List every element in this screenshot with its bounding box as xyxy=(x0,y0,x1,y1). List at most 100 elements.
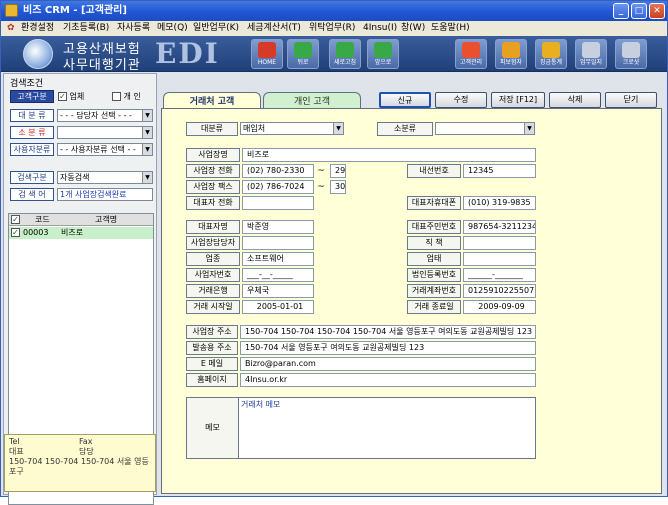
ext-field[interactable]: 12345 xyxy=(463,164,536,178)
start-date-field[interactable]: 2005-01-01 xyxy=(242,300,314,314)
info-manager: 담당 xyxy=(79,447,94,456)
biz-tel-label: 사업장 전화 xyxy=(186,164,240,178)
memo-label: 메모 xyxy=(187,398,239,458)
contact-label: 사업장담당자 xyxy=(186,236,240,250)
company-checkbox[interactable]: ✓ 업체 xyxy=(58,91,84,102)
end-date-field[interactable]: 2009-09-09 xyxy=(463,300,536,314)
save-button[interactable]: 저장 [F12] xyxy=(491,92,545,108)
header-name: 고객명 xyxy=(95,215,118,224)
chevron-down-icon: ▼ xyxy=(142,172,152,183)
menu-settings[interactable]: 환경설정 xyxy=(21,21,54,36)
select-all-checkbox[interactable]: ✓ xyxy=(11,215,20,224)
app-window: 비즈 CRM - [고객관리] _ □ ✕ ✿ 환경설정 기초등록(B) 자사등… xyxy=(0,0,668,505)
regno-field[interactable]: ___-__-_____ xyxy=(242,268,314,282)
menu-app-icon[interactable]: ✿ xyxy=(7,21,15,36)
chevron-down-icon: ▼ xyxy=(333,123,343,134)
work-log-button[interactable]: 업무일지 xyxy=(575,39,607,69)
insured-icon xyxy=(502,42,520,58)
bank-field[interactable]: 우체국 xyxy=(242,284,314,298)
search-type-label: 검색구분 xyxy=(10,171,54,184)
customer-mgmt-button[interactable]: 고객관리 xyxy=(455,39,487,69)
menu-tax-invoice[interactable]: 세금계산서(T) xyxy=(247,21,301,36)
rep-name-field[interactable]: 박준영 xyxy=(242,220,314,234)
email-label: E 메일 xyxy=(186,357,238,371)
search-result-field[interactable]: 1개 사업장검색완료 xyxy=(57,188,153,201)
ext-label: 내선번호 xyxy=(407,164,461,178)
ship-addr-field[interactable]: 150-704 서울 영등포구 여의도동 교원공제빌딩 123 xyxy=(240,341,536,355)
biz-fax-field[interactable]: (02) 786-7024 xyxy=(242,180,314,194)
email-field[interactable]: Bizro@paran.com xyxy=(240,357,536,371)
cat-small-select[interactable]: ▼ xyxy=(57,126,153,139)
menu-trust-work[interactable]: 위탁업무(R) xyxy=(309,21,355,36)
search-word-label: 검 색 어 xyxy=(10,188,54,201)
rep-tel-field[interactable] xyxy=(242,196,314,210)
rep-mobile-field[interactable]: (010) 319-9835 xyxy=(463,196,536,210)
corpno-field[interactable]: ______-_______ xyxy=(463,268,536,282)
home-button[interactable]: HOME xyxy=(251,39,283,69)
refresh-icon xyxy=(336,42,354,58)
stats-button[interactable]: 징금통계 xyxy=(535,39,567,69)
biz-fax-ext-field[interactable]: 30 xyxy=(330,180,346,194)
addr-label: 사업장 주소 xyxy=(186,325,238,339)
chevron-down-icon: ▼ xyxy=(142,110,152,121)
menu-general-work[interactable]: 일반업무(K) xyxy=(193,21,239,36)
end-date-label: 거래 종료일 xyxy=(407,300,461,314)
memo-box: 메모 거래처 메모 xyxy=(186,397,536,459)
customer-type-label: 고객구분 xyxy=(10,90,54,103)
addr-field[interactable]: 150-704 150-704 150-704 150-704 서울 영등포구 … xyxy=(240,325,536,339)
position-field[interactable] xyxy=(463,236,536,250)
menu-bar: ✿ 환경설정 기초등록(B) 자사등록 메모(Q) 일반업무(K) 세금계산서(… xyxy=(1,21,667,36)
menu-company-register[interactable]: 자사등록 xyxy=(117,21,150,36)
resident-field[interactable]: 987654-3211234 xyxy=(463,220,536,234)
row-checkbox[interactable]: ✓ xyxy=(11,228,20,237)
memo-field[interactable]: 거래처 메모 xyxy=(241,399,280,410)
form-cat-large-select[interactable]: 매입처 ▼ xyxy=(240,122,344,135)
search-type-select[interactable]: 자동검색 ▼ xyxy=(57,171,153,184)
logo-text-line2: 사무대행기관 xyxy=(63,58,141,73)
app-icon xyxy=(5,4,18,17)
close-window-button[interactable]: ✕ xyxy=(649,3,665,19)
new-button[interactable]: 신규 xyxy=(379,92,431,108)
logo-edi: EDI xyxy=(155,37,220,70)
menu-help[interactable]: 도움말(H) xyxy=(431,21,470,36)
forward-button[interactable]: 앞으로 xyxy=(367,39,399,69)
account-field[interactable]: 01259102255071 xyxy=(463,284,536,298)
menu-basic-register[interactable]: 기초등록(B) xyxy=(63,21,109,36)
corpno-label: 법인등록번호 xyxy=(407,268,461,282)
chevron-down-icon: ▼ xyxy=(142,144,152,155)
biztype-label: 업태 xyxy=(407,252,461,266)
cat-large-select[interactable]: - - - 담당자 선택 - - - ▼ xyxy=(57,109,153,122)
personal-checkbox[interactable]: 개 인 xyxy=(112,91,141,102)
menu-4insu[interactable]: 4Insu(I) xyxy=(363,21,397,36)
biz-name-field[interactable]: 비즈로 xyxy=(242,148,536,162)
delete-button[interactable]: 삭제 xyxy=(549,92,601,108)
homepage-field[interactable]: 4Insu.or.kr xyxy=(240,373,536,387)
user-cat-label: 사용자분류 xyxy=(10,143,54,156)
refresh-button[interactable]: 새로고침 xyxy=(329,39,361,69)
contact-field[interactable] xyxy=(242,236,314,250)
biz-fax-label: 사업장 팩스 xyxy=(186,180,240,194)
maximize-button[interactable]: □ xyxy=(631,3,647,19)
window-title: 비즈 CRM - [고객관리] xyxy=(23,5,127,16)
menu-window[interactable]: 창(W) xyxy=(401,21,425,36)
biztype-field[interactable] xyxy=(463,252,536,266)
info-address: 150-704 150-704 150-704 서울 영등포구 xyxy=(9,457,149,476)
user-cat-select[interactable]: - - 사용자분류 선택 - - ▼ xyxy=(57,143,153,156)
form-cat-large-label: 대분류 xyxy=(186,122,238,136)
biz-tel-ext-field[interactable]: 29 xyxy=(330,164,346,178)
start-date-label: 거래 시작일 xyxy=(186,300,240,314)
tilde-1: ~ xyxy=(317,166,325,176)
form-cat-small-select[interactable]: ▼ xyxy=(435,122,535,135)
insured-button[interactable]: 피보험자 xyxy=(495,39,527,69)
edit-button[interactable]: 수정 xyxy=(435,92,487,108)
menu-memo[interactable]: 메모(Q) xyxy=(157,21,188,36)
close-button[interactable]: 닫기 xyxy=(605,92,657,108)
minimize-button[interactable]: _ xyxy=(613,3,629,19)
crochet-button[interactable]: 크로샷 xyxy=(615,39,647,69)
bank-label: 거래은행 xyxy=(186,284,240,298)
back-button[interactable]: 뒤로 xyxy=(287,39,319,69)
rep-name-label: 대표자명 xyxy=(186,220,240,234)
table-row[interactable]: ✓ 00003 비즈로 xyxy=(9,227,153,239)
bizcat-field[interactable]: 소프트웨어 xyxy=(242,252,314,266)
biz-tel-field[interactable]: (02) 780-2330 xyxy=(242,164,314,178)
